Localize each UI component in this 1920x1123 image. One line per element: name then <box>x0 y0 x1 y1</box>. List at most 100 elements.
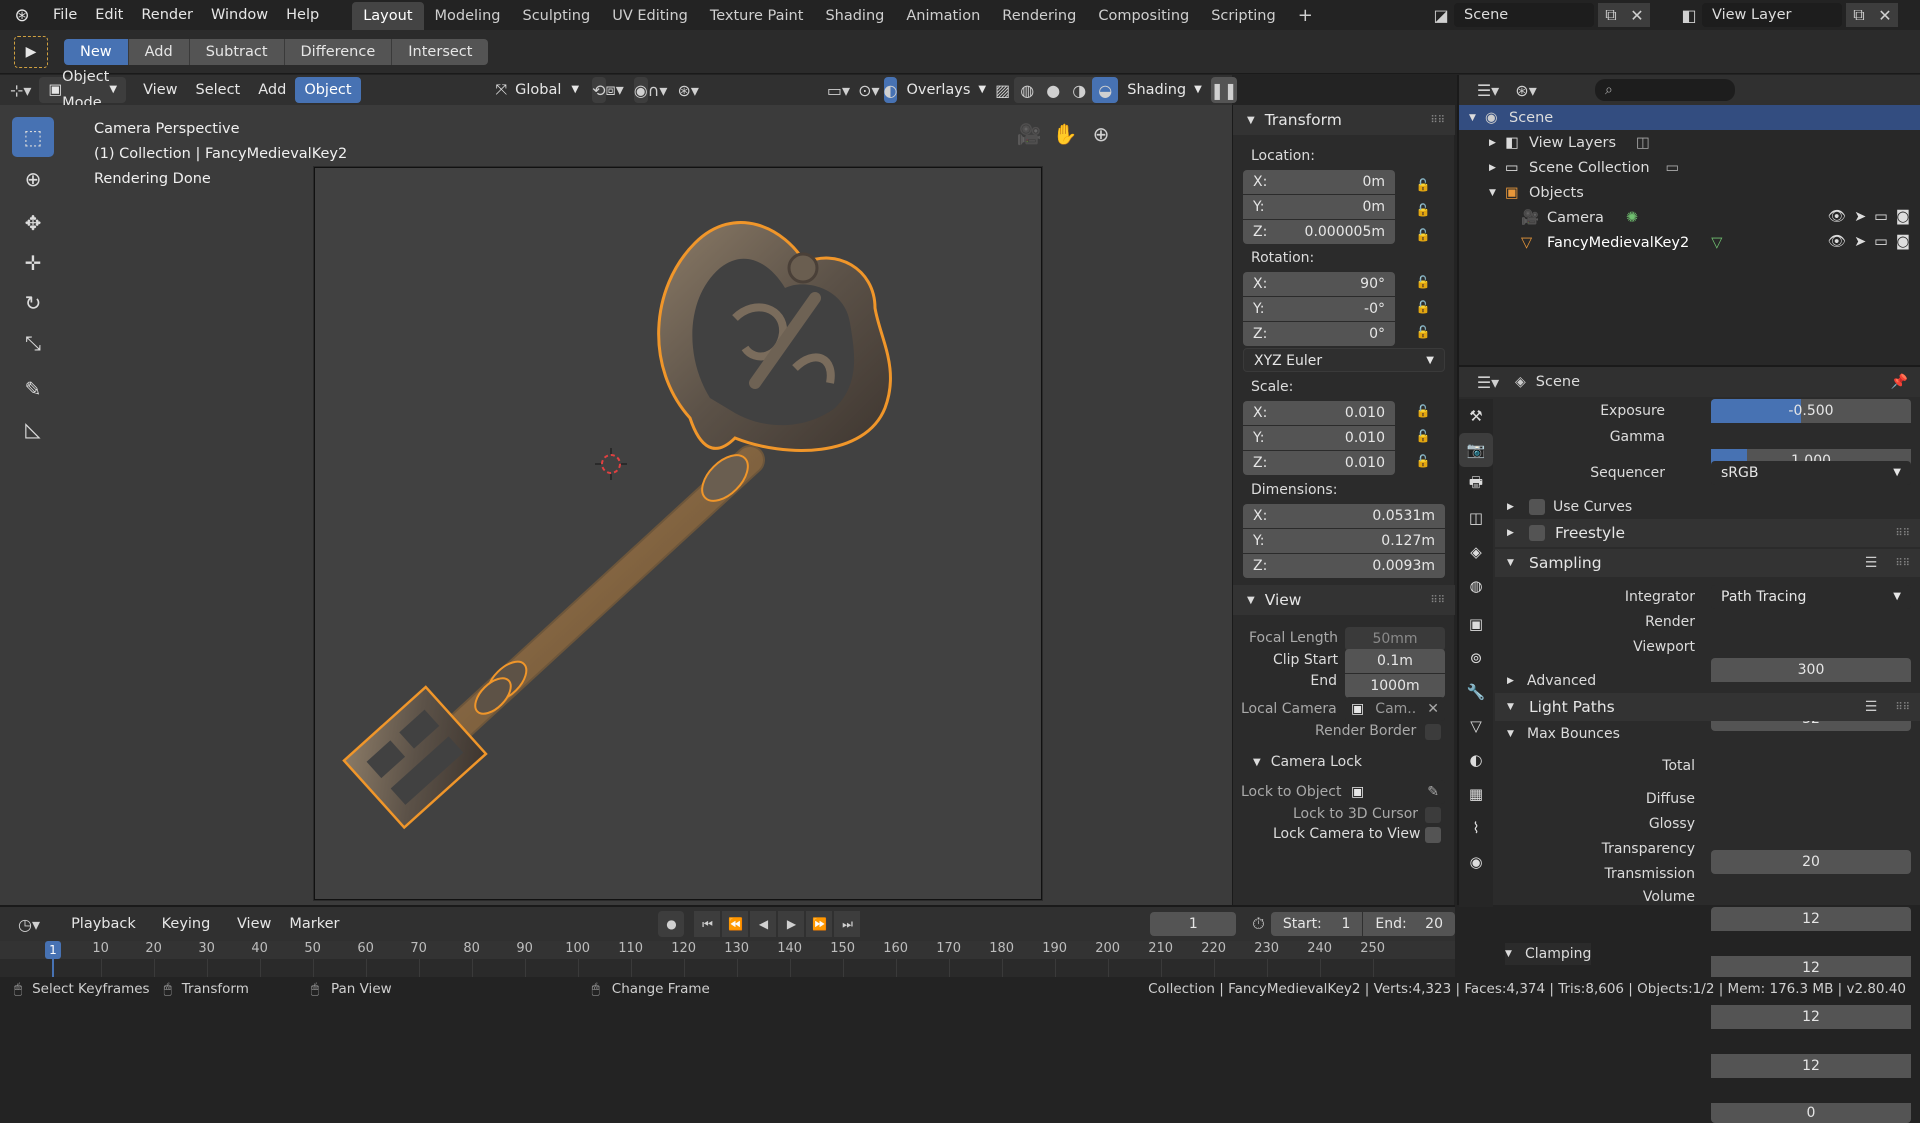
expand-arrow-icon[interactable]: ▶ <box>1507 528 1523 538</box>
mode-new-button[interactable]: New <box>64 38 128 65</box>
sampling-panel-header[interactable]: ▼ Sampling ☰ ⠿⠿ <box>1495 549 1920 577</box>
editor-type-icon[interactable]: ◷▾ <box>10 911 48 937</box>
proportional-edit-icon[interactable]: ◉ <box>633 77 648 103</box>
pivot-icon[interactable]: ⟲ <box>592 77 606 103</box>
collapse-arrow-icon[interactable]: ▼ <box>1507 729 1523 739</box>
advanced-subpanel[interactable]: ▶ Advanced <box>1507 669 1596 693</box>
physics-tab-icon[interactable]: ⌇ <box>1459 811 1493 845</box>
sequencer-dropdown[interactable]: sRGB ▼ <box>1711 461 1911 485</box>
tab-sculpting[interactable]: Sculpting <box>511 2 601 30</box>
material-tab-icon[interactable]: ◐ <box>1459 743 1493 777</box>
scale-x-field[interactable]: X: 0.010 <box>1243 401 1395 425</box>
monitor-icon[interactable]: ▭ <box>1874 234 1888 250</box>
tab-texture-paint[interactable]: Texture Paint <box>699 2 815 30</box>
prev-keyframe-icon[interactable]: ⏪ <box>722 911 749 937</box>
menu-view[interactable]: View <box>134 77 186 103</box>
outliner-row-view-layers[interactable]: ▶ ◧ View Layers ◫ <box>1459 130 1920 155</box>
marker-menu[interactable]: Marker <box>280 911 348 937</box>
location-z-field[interactable]: Z: 0.000005m <box>1243 220 1395 244</box>
view-layer-icon[interactable]: ◧ <box>1676 2 1702 28</box>
constraints-tab-icon[interactable]: ⊚ <box>1459 641 1493 675</box>
orientation-dropdown[interactable]: ⤧ Global ▼ <box>487 77 589 103</box>
stopwatch-icon[interactable]: ⏱ <box>1246 911 1271 937</box>
add-workspace-icon[interactable]: + <box>1287 2 1324 30</box>
bounce-total-field[interactable]: 20 <box>1711 850 1911 874</box>
select-box-tool[interactable]: ⬚ <box>12 117 54 157</box>
move-tool-alt[interactable]: ✛ <box>12 243 54 283</box>
key-render[interactable] <box>315 168 1043 901</box>
cursor-tool[interactable]: ⊕ <box>12 159 54 199</box>
view-layer-tab-icon[interactable]: ◫ <box>1459 501 1493 535</box>
view-layer-field[interactable]: View Layer <box>1702 3 1842 27</box>
lock-icon[interactable]: 🔓 <box>1415 173 1431 192</box>
freestyle-panel-header[interactable]: ▶ Freestyle ⠿⠿ <box>1495 519 1920 547</box>
scene-field[interactable]: Scene <box>1454 3 1594 27</box>
particles-tab-icon[interactable]: ▽ <box>1459 709 1493 743</box>
rotation-x-field[interactable]: X: 90° <box>1243 272 1395 296</box>
rotate-tool[interactable]: ↻ <box>12 283 54 323</box>
menu-object[interactable]: Object <box>295 77 361 103</box>
menu-window[interactable]: Window <box>202 0 277 30</box>
exposure-slider[interactable]: -0.500 <box>1711 399 1911 423</box>
collapse-arrow-icon[interactable]: ▼ <box>1507 702 1523 712</box>
play-icon[interactable]: ▶ <box>778 911 805 937</box>
texture-tab-icon[interactable]: ▦ <box>1459 777 1493 811</box>
eyedropper-icon[interactable]: ✎ <box>1427 780 1439 804</box>
world-tab-icon[interactable]: ◍ <box>1459 569 1493 603</box>
lock-to-cursor-checkbox[interactable] <box>1425 807 1441 823</box>
pin-icon[interactable]: 📌 <box>1891 374 1908 390</box>
camera-view-icon[interactable]: 🎥 <box>1016 121 1042 147</box>
eye-icon[interactable]: 👁 <box>1828 233 1846 250</box>
menu-help[interactable]: Help <box>277 0 328 30</box>
overlays-icon[interactable]: ◐ <box>883 77 898 103</box>
scale-z-field[interactable]: Z: 0.010 <box>1243 451 1395 475</box>
falloff-icon[interactable]: ∩▾ <box>648 77 668 103</box>
expand-arrow-icon[interactable]: ▶ <box>1507 502 1523 512</box>
location-y-field[interactable]: Y: 0m <box>1243 195 1395 219</box>
scale-tool[interactable]: ⤡ <box>12 323 54 363</box>
focal-length-field[interactable]: 50mm <box>1345 627 1445 651</box>
scene-tab-icon[interactable]: ◈ <box>1459 535 1493 569</box>
mode-subtract-button[interactable]: Subtract <box>188 38 284 65</box>
lock-icon[interactable]: 🔓 <box>1415 429 1431 445</box>
start-frame-field[interactable]: Start: 1 <box>1270 912 1363 936</box>
filter-display-icon[interactable]: ⊛▾ <box>1507 77 1545 103</box>
rotation-y-field[interactable]: Y: -0° <box>1243 297 1395 321</box>
close-view-layer-icon[interactable]: ✕ <box>1872 3 1898 27</box>
object-mode-dropdown[interactable]: ▣ Object Mode ▼ <box>39 69 127 111</box>
dimension-x-field[interactable]: X: 0.0531m <box>1243 504 1445 528</box>
drag-handle-icon[interactable]: ⠿⠿ <box>1895 528 1910 539</box>
menu-render[interactable]: Render <box>132 0 202 30</box>
timeline-ruler[interactable]: 1102030405060708090100110120130140150160… <box>0 941 1455 977</box>
close-scene-icon[interactable]: ✕ <box>1624 3 1650 27</box>
view-menu[interactable]: View <box>228 911 280 937</box>
scale-y-field[interactable]: Y: 0.010 <box>1243 426 1395 450</box>
gizmo-icon[interactable]: ⊛▾ <box>677 77 698 103</box>
camera-render-icon[interactable]: ◙ <box>1896 234 1910 250</box>
drag-handle-icon[interactable]: ⠿⠿ <box>1430 595 1445 606</box>
playback-menu[interactable]: Playback ▼ <box>62 911 153 957</box>
location-x-field[interactable]: X: 0m <box>1243 170 1395 194</box>
use-curves-checkbox[interactable] <box>1529 499 1545 515</box>
render-samples-field[interactable]: 300 <box>1711 658 1911 682</box>
viewport-3d[interactable]: ⬚ ⊕ ✥ ✛ ↻ ⤡ ✎ ◺ Camera Perspective (1) C… <box>0 105 1232 905</box>
max-bounces-subpanel[interactable]: ▼ Max Bounces <box>1507 721 1620 747</box>
drag-handle-icon[interactable]: ⠿⠿ <box>1430 115 1445 126</box>
output-tab-icon[interactable]: 🖶 <box>1459 467 1493 501</box>
zoom-icon[interactable]: ⊕ <box>1088 121 1114 147</box>
move-tool[interactable]: ✥ <box>12 203 54 243</box>
mode-intersect-button[interactable]: Intersect <box>391 38 489 65</box>
lock-icon[interactable]: 🔓 <box>1415 325 1431 341</box>
lock-icon[interactable]: 🔓 <box>1415 223 1431 242</box>
material-shading-icon[interactable]: ◑ <box>1066 77 1092 103</box>
rendered-shading-icon[interactable]: ◒ <box>1092 77 1119 103</box>
tool-tab-icon[interactable]: ⚒ <box>1459 399 1493 433</box>
view-panel-header[interactable]: ▼ View ⠿⠿ <box>1233 585 1455 615</box>
annotate-tool[interactable]: ✎ <box>12 369 54 409</box>
bounce-transparency-field[interactable]: 12 <box>1711 1005 1911 1029</box>
collapse-arrow-icon[interactable]: ▼ <box>1469 113 1485 123</box>
current-frame-field[interactable]: 1 <box>1150 912 1237 936</box>
rotation-z-field[interactable]: Z: 0° <box>1243 322 1395 346</box>
editor-type-icon[interactable]: ☰▾ <box>1469 77 1507 103</box>
next-keyframe-icon[interactable]: ⏩ <box>806 911 833 937</box>
